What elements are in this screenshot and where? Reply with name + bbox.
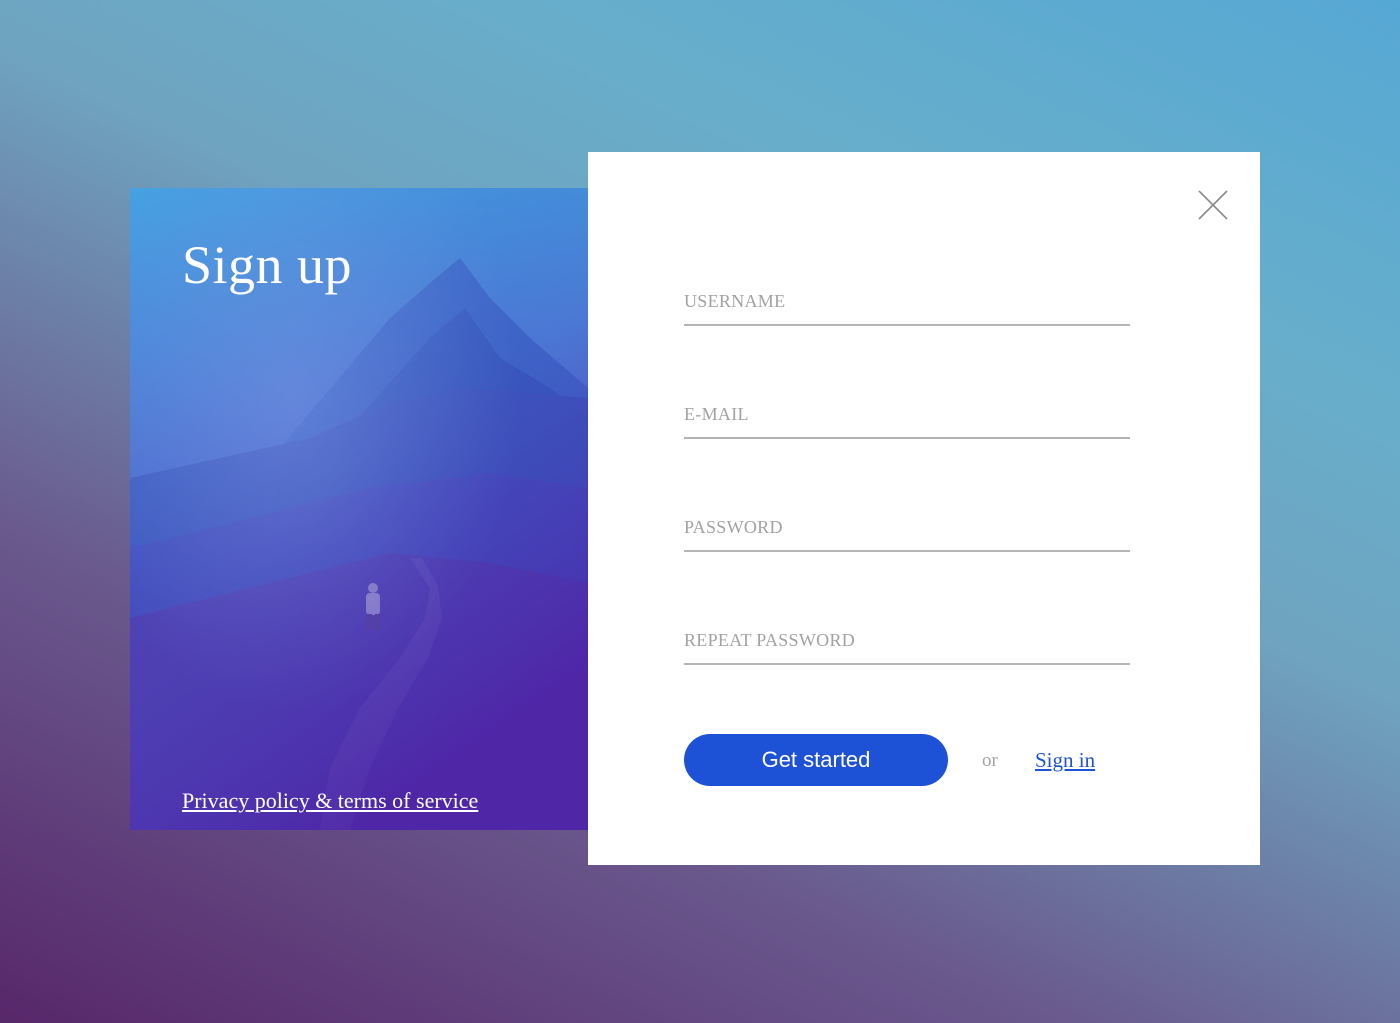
close-button[interactable] <box>1196 188 1230 222</box>
username-input[interactable] <box>684 278 1130 326</box>
or-separator: or <box>982 750 998 771</box>
signup-title: Sign up <box>182 235 353 295</box>
signup-hero-panel: Sign up Privacy policy & terms of servic… <box>130 188 588 830</box>
repeat-password-field-group <box>684 617 1132 665</box>
get-started-button[interactable]: Get started <box>684 734 948 786</box>
privacy-policy-link[interactable]: Privacy policy & terms of service <box>182 788 478 814</box>
signup-form-panel: Get started or Sign in <box>588 152 1260 865</box>
username-field-group <box>684 278 1132 326</box>
password-field-group <box>684 504 1132 552</box>
password-input[interactable] <box>684 504 1130 552</box>
email-field-group <box>684 391 1132 439</box>
sign-in-link[interactable]: Sign in <box>1035 748 1095 773</box>
page-background: { "signup": { "title": "Sign up", "priva… <box>0 0 1400 1023</box>
close-icon <box>1198 190 1228 220</box>
repeat-password-input[interactable] <box>684 617 1130 665</box>
email-input[interactable] <box>684 391 1130 439</box>
